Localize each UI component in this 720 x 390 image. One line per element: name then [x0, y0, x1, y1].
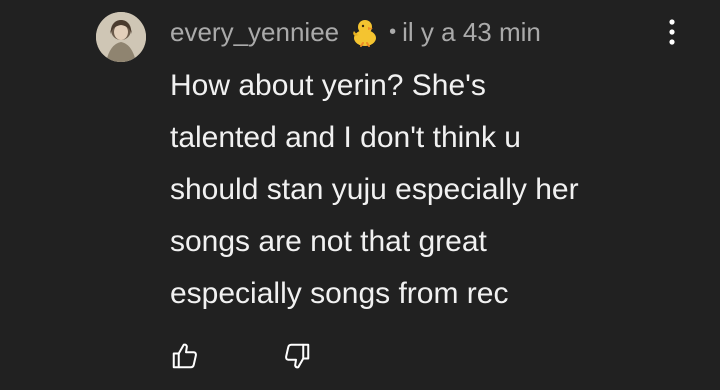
like-button[interactable]	[168, 339, 202, 373]
comment-text-line: especially songs from rec	[170, 277, 509, 310]
author-name[interactable]: every_yenniee	[170, 17, 339, 48]
more-vertical-icon[interactable]	[660, 14, 684, 50]
comment-text-line: should stan yuju especially her	[170, 173, 579, 206]
avatar[interactable]	[96, 12, 146, 62]
comment-actions	[168, 338, 314, 374]
meta-separator: •	[389, 20, 397, 43]
comment-text: How about yerin? She's talented and I do…	[170, 60, 710, 320]
comment-item: every_yenniee • il y a 43 min How about …	[0, 0, 720, 390]
comment-text-line: talented and I don't think u	[170, 121, 521, 154]
avatar-image	[96, 12, 146, 62]
thumbs-up-icon	[172, 343, 197, 369]
dislike-button[interactable]	[280, 339, 314, 373]
comment-text-line: songs are not that great	[170, 225, 487, 258]
comment-timestamp[interactable]: il y a 43 min	[402, 17, 541, 48]
comment-text-line: How about yerin? She's	[170, 69, 486, 102]
thumbs-down-icon	[285, 343, 310, 369]
comment-header: every_yenniee • il y a 43 min	[170, 14, 541, 50]
baby-chick-icon	[349, 16, 381, 48]
